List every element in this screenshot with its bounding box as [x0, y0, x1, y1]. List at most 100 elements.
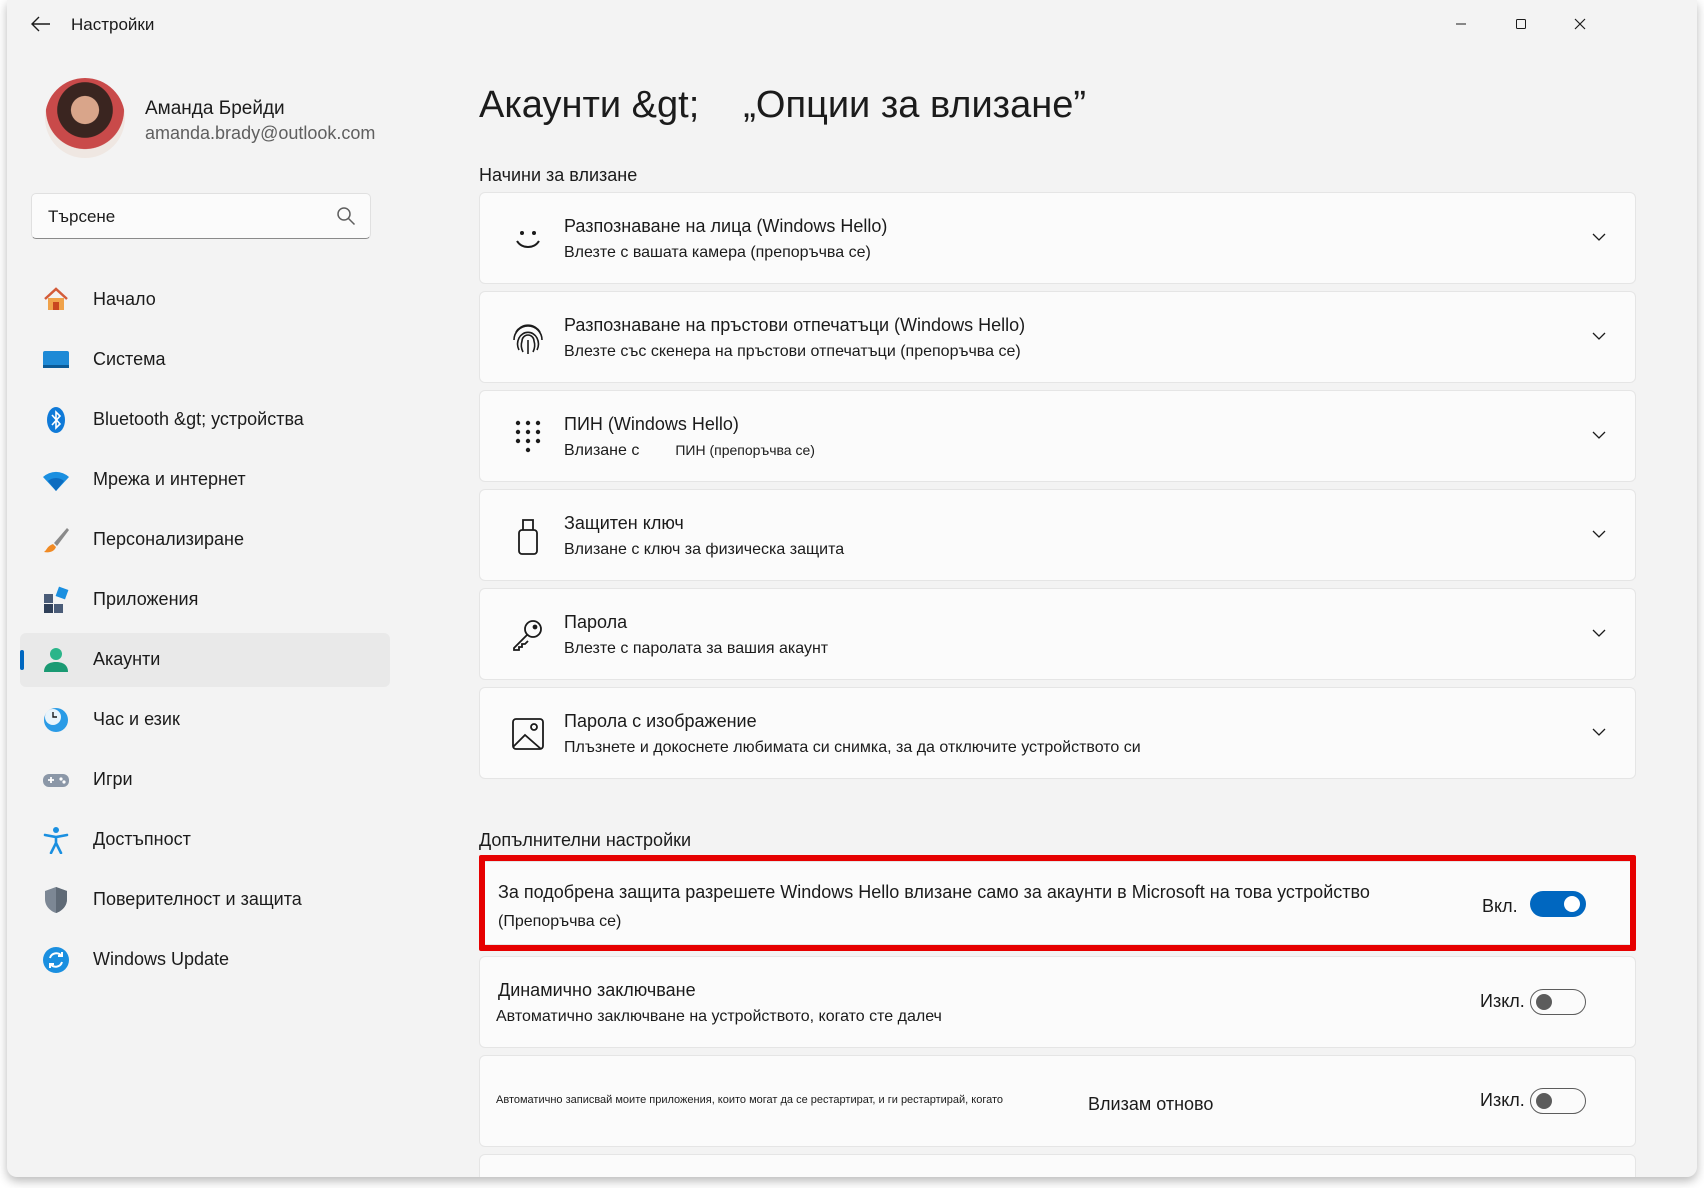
face-icon	[510, 221, 546, 257]
picture-icon	[510, 716, 546, 752]
page-title: Акаунти &gt; „Опции за влизане”	[479, 84, 1086, 127]
minimize-icon	[1456, 23, 1466, 25]
sidebar-item-personalization[interactable]: Персонализиране	[20, 513, 390, 567]
back-arrow-icon	[31, 16, 50, 32]
app-title: Настройки	[71, 15, 155, 34]
card-title: Защитен ключ	[564, 513, 684, 533]
title-bar: Настройки	[7, 0, 1697, 48]
search-icon[interactable]	[336, 206, 356, 226]
sidebar-item-label: Игри	[93, 769, 133, 789]
sidebar-item-apps[interactable]: Приложения	[20, 573, 390, 627]
card-subtitle-part: Влизане с	[564, 442, 640, 459]
fingerprint-icon	[510, 320, 546, 356]
breadcrumb-parent[interactable]: Акаунти &gt;	[479, 84, 699, 126]
user-name: Аманда Брейди	[145, 98, 285, 119]
sidebar-item-label: Час и език	[93, 709, 180, 729]
chevron-down-icon[interactable]	[1591, 724, 1607, 740]
search-box[interactable]	[31, 193, 371, 240]
accessibility-icon	[42, 826, 70, 854]
card-subtitle: (Препоръчва се)	[498, 913, 622, 930]
maximize-button[interactable]	[1501, 10, 1541, 38]
toggle-knob	[1536, 1093, 1552, 1109]
sidebar-item-label: Мрежа и интернет	[93, 469, 246, 489]
breadcrumb-current: „Опции за влизане”	[743, 84, 1087, 126]
chevron-down-icon[interactable]	[1591, 229, 1607, 245]
system-icon	[42, 346, 70, 374]
toggle-knob	[1536, 994, 1552, 1010]
settings-window: Настройки Аманда Брейди amanda.brady@out…	[7, 0, 1697, 1177]
sidebar-item-windows-update[interactable]: Windows Update	[20, 933, 390, 987]
toggle-status: Изкл.	[1480, 1090, 1525, 1110]
card-title: Разпознаване на лица (Windows Hello)	[564, 216, 888, 236]
signin-section-title: Начини за влизане	[479, 165, 638, 185]
card-title: Парола с изображение	[564, 711, 757, 731]
sidebar-item-privacy[interactable]: Поверителност и защита	[20, 873, 390, 927]
sidebar-item-label: Windows Update	[93, 949, 230, 969]
setting-next-card	[479, 1154, 1636, 1177]
close-button[interactable]	[1560, 10, 1600, 38]
card-title: Разпознаване на пръстови отпечатъци (Win…	[564, 315, 1026, 335]
signin-option-face[interactable]: Разпознаване на лица (Windows Hello) Вле…	[479, 192, 1636, 284]
setting-hello-only-microsoft-accounts: За подобрена защита разрешете Windows He…	[479, 861, 1636, 945]
user-email: amanda.brady@outlook.com	[145, 123, 376, 143]
card-subtitle: Влизане с ключ за физическа защита	[564, 541, 845, 558]
toggle-status: Изкл.	[1480, 991, 1525, 1011]
sidebar-item-label: Достъпност	[93, 829, 191, 849]
gamepad-icon	[42, 766, 70, 794]
sidebar-item-network[interactable]: Мрежа и интернет	[20, 453, 390, 507]
back-button[interactable]	[25, 10, 57, 38]
sidebar-item-accounts[interactable]: Акаунти	[20, 633, 390, 687]
home-icon	[42, 286, 70, 314]
dynamic-lock-toggle[interactable]	[1530, 989, 1586, 1015]
card-subtitle-part: ПИН (препоръчва се)	[675, 442, 815, 458]
apps-icon	[42, 586, 70, 614]
bluetooth-icon	[42, 406, 70, 434]
card-title: Динамично заключване	[498, 980, 696, 1000]
update-icon	[42, 946, 70, 974]
security-key-icon	[510, 518, 546, 555]
accounts-icon	[42, 646, 70, 674]
card-subtitle: Влезте с паролата за вашия акаунт	[564, 640, 829, 657]
card-title: Автоматично записвай моите приложения, к…	[496, 1094, 1003, 1106]
signin-option-picture-password[interactable]: Парола с изображение Плъзнете и докоснет…	[479, 687, 1636, 779]
search-input[interactable]	[46, 194, 330, 240]
signin-option-security-key[interactable]: Защитен ключ Влизане с ключ за физическа…	[479, 489, 1636, 581]
card-title: ПИН (Windows Hello)	[564, 414, 739, 434]
sidebar-item-accessibility[interactable]: Достъпност	[20, 813, 390, 867]
sidebar-item-home[interactable]: Начало	[20, 273, 390, 327]
card-subtitle: Влезте със скенера на пръстови отпечатъц…	[564, 343, 1021, 360]
card-subtitle: Автоматично заключване на устройството, …	[496, 1008, 942, 1025]
shield-icon	[42, 886, 70, 914]
clock-globe-icon	[42, 706, 70, 734]
sidebar-item-gaming[interactable]: Игри	[20, 753, 390, 807]
avatar	[45, 78, 125, 158]
card-subtitle: Плъзнете и докоснете любимата си снимка,…	[564, 739, 1141, 756]
card-title: За подобрена защита разрешете Windows He…	[498, 882, 1370, 902]
chevron-down-icon[interactable]	[1591, 427, 1607, 443]
pin-keypad-icon	[510, 419, 546, 455]
sidebar-item-label: Акаунти	[93, 649, 161, 669]
signin-option-pin[interactable]: ПИН (Windows Hello) Влизане с ПИН (препор…	[479, 390, 1636, 482]
sidebar-item-time-language[interactable]: Час и език	[20, 693, 390, 747]
sidebar-item-bluetooth[interactable]: Bluetooth &gt; устройства	[20, 393, 390, 447]
sidebar-item-label: Система	[93, 349, 166, 369]
chevron-down-icon[interactable]	[1591, 328, 1607, 344]
signin-option-password[interactable]: Парола Влезте с паролата за вашия акаунт	[479, 588, 1636, 680]
wifi-icon	[42, 466, 70, 494]
signin-option-fingerprint[interactable]: Разпознаване на пръстови отпечатъци (Win…	[479, 291, 1636, 383]
key-icon	[510, 617, 546, 653]
minimize-button[interactable]	[1441, 10, 1481, 38]
maximize-icon	[1516, 19, 1526, 29]
sidebar-item-system[interactable]: Система	[20, 333, 390, 387]
restart-apps-toggle[interactable]	[1530, 1088, 1586, 1114]
additional-section-title: Допълнителни настройки	[479, 830, 692, 850]
toggle-status: Вкл.	[1482, 896, 1518, 916]
hello-only-toggle[interactable]	[1530, 891, 1586, 917]
card-title: Парола	[564, 612, 628, 632]
chevron-down-icon[interactable]	[1591, 526, 1607, 542]
setting-dynamic-lock: Динамично заключване Автоматично заключв…	[479, 956, 1636, 1048]
chevron-down-icon[interactable]	[1591, 625, 1607, 641]
sidebar-item-label: Bluetooth &gt; устройства	[93, 409, 304, 429]
toggle-knob	[1564, 896, 1580, 912]
sidebar-item-label: Поверителност и защита	[93, 889, 302, 909]
